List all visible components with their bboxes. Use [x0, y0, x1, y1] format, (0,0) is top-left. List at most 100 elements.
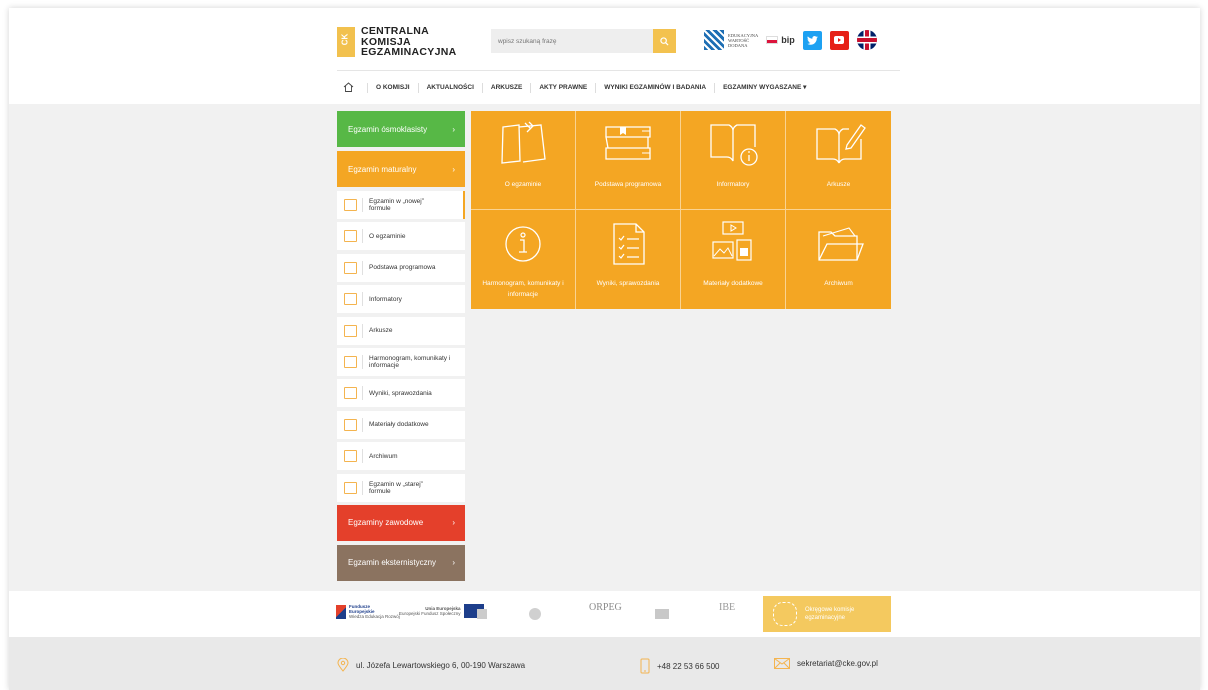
main-nav: O KOMISJI AKTUALNOŚCI ARKUSZE AKTY PRAWN…: [337, 78, 814, 98]
sidebar-subitem-wyniki[interactable]: Wyniki, sprawozdania: [337, 379, 465, 408]
partners-strip: Fundusze Europejskie Wiedza Edukacja Roz…: [9, 591, 1200, 637]
chevron-right-icon: ›: [452, 518, 455, 528]
site-header: CENTRALNA KOMISJA EGZAMINACYJNA EDUKACYJ…: [9, 8, 1200, 104]
sidebar-subitem-harmonogram[interactable]: Harmonogram, komunikaty i informacje: [337, 347, 465, 376]
sidebar-item-egzamin-eksternistyczny[interactable]: Egzamin eksternistyczny ›: [337, 544, 465, 581]
sidebar-subitem-podstawa-programowa[interactable]: Podstawa programowa: [337, 253, 465, 282]
book-info-icon: [710, 124, 758, 166]
folder-icon: [817, 227, 864, 261]
footer-email[interactable]: sekretariat@cke.gov.pl: [774, 658, 878, 669]
divider: [362, 354, 363, 369]
nav-item-o-komisji[interactable]: O KOMISJI: [367, 83, 418, 93]
media-icon: [344, 418, 357, 431]
ewd-line: DODANA: [728, 42, 748, 48]
nav-item-egzaminy-wygaszane[interactable]: EGZAMINY WYGASZANE ▾: [714, 83, 814, 93]
ibe-logo[interactable]: IBE: [719, 603, 735, 613]
nav-divider: [337, 70, 900, 71]
tile-materialy-dodatkowe[interactable]: Materiały dodatkowe: [681, 210, 786, 309]
ewd-logo-text: EDUKACYJNA WARTOŚĆ DODANA: [728, 33, 758, 48]
tile-label: Arkusze: [826, 181, 851, 188]
sidebar-subitem-label: Materiały dodatkowe: [369, 421, 429, 429]
divider: [362, 198, 363, 212]
ore-logo-mark: [655, 609, 669, 619]
divider: [362, 229, 363, 244]
ore-logo[interactable]: [655, 609, 669, 620]
media-icon: [712, 221, 752, 261]
sidebar-subitem-o-egzaminie[interactable]: O egzaminie: [337, 222, 465, 251]
sidebar-subitem-informatory[interactable]: Informatory: [337, 285, 465, 314]
book-info-icon: [344, 293, 357, 306]
sidebar-subitem-archiwum[interactable]: Archiwum: [337, 442, 465, 471]
search-icon: [660, 36, 669, 46]
sidebar-subitem-label: Harmonogram, komunikaty i informacje: [369, 354, 451, 369]
orpeg-logo[interactable]: ORPEG: [589, 602, 622, 613]
phone-icon: [640, 658, 650, 674]
sidebar-item-egzamin-osmoklasisty[interactable]: Egzamin ósmoklasisty ›: [337, 111, 465, 147]
sidebar-subitem-materialy[interactable]: Materiały dodatkowe: [337, 410, 465, 439]
tile-label: Wyniki, sprawozdania: [596, 280, 660, 287]
orpeg-text: ORPEG: [589, 602, 622, 613]
notes-icon: [501, 121, 546, 164]
tile-archiwum[interactable]: Archiwum: [786, 210, 891, 309]
sidebar-item-egzaminy-zawodowe[interactable]: Egzaminy zawodowe ›: [337, 504, 465, 541]
poland-flag-icon: [766, 36, 779, 44]
fe-text: Fundusze Europejskie Wiedza Edukacja Roz…: [349, 604, 400, 619]
tile-informatory[interactable]: Informatory: [681, 111, 786, 210]
home-icon[interactable]: [343, 81, 357, 95]
sidebar-item-label: Egzaminy zawodowe: [348, 518, 424, 528]
okregowe-komisje-button[interactable]: Okręgowe komisje egzaminacyjne: [763, 596, 891, 632]
sidebar-subitem-label: Wyniki, sprawozdania: [369, 389, 432, 397]
tile-o-egzaminie[interactable]: O egzaminie: [471, 111, 576, 210]
english-language-flag-icon[interactable]: [856, 30, 877, 50]
eagle-icon: [529, 608, 541, 620]
logo-line: EGZAMINACYJNA: [361, 46, 457, 58]
search-input[interactable]: [491, 29, 654, 53]
sidebar-subitem-label: Informatory: [369, 295, 402, 303]
bip-label: bip: [781, 35, 795, 45]
search-button[interactable]: [653, 29, 676, 53]
divider: [362, 260, 363, 275]
tile-harmonogram[interactable]: Harmonogram, komunikaty i informacje: [471, 210, 576, 309]
footer-address: ul. Józefa Lewartowskiego 6, 00-190 Wars…: [337, 658, 525, 672]
tile-label: Harmonogram, komunikaty i informacje: [482, 280, 564, 298]
divider: [362, 417, 363, 432]
exam-tiles-grid: O egzaminie Podstawa programowa Informat…: [471, 111, 891, 309]
books-icon: [605, 126, 651, 160]
nav-item-arkusze[interactable]: ARKUSZE: [481, 83, 530, 93]
book-pen-icon: [815, 124, 866, 164]
footer-phone[interactable]: +48 22 53 66 500: [640, 658, 720, 674]
tile-wyniki[interactable]: Wyniki, sprawozdania: [576, 210, 681, 309]
nav-item-aktualnosci[interactable]: AKTUALNOŚCI: [417, 83, 482, 93]
ue-text: Unia Europejska Europejski Fundusz Społe…: [399, 606, 461, 616]
tile-arkusze[interactable]: Arkusze: [786, 111, 891, 210]
sidebar-subitem-label: Egzamin w „starej” formule: [369, 480, 423, 495]
notes-icon: [344, 230, 357, 243]
nav-item-wyniki[interactable]: WYNIKI EGZAMINÓW I BADANIA: [595, 83, 714, 93]
cke-logo[interactable]: CENTRALNA KOMISJA EGZAMINACYJNA: [337, 26, 457, 58]
sidebar-item-label: Egzamin maturalny: [348, 164, 417, 174]
nav-item-akty-prawne[interactable]: AKTY PRAWNE: [530, 83, 595, 93]
document-icon: [344, 481, 357, 494]
checklist-icon: [613, 223, 645, 265]
sidebar: Egzamin ósmoklasisty › Egzamin maturalny…: [337, 111, 465, 585]
logo-line: CENTRALNA: [361, 25, 430, 37]
bip-link[interactable]: bip: [766, 35, 795, 45]
chevron-right-icon: ›: [452, 558, 455, 568]
divider: [362, 386, 363, 401]
tile-podstawa-programowa[interactable]: Podstawa programowa: [576, 111, 681, 210]
twitter-icon[interactable]: [802, 30, 822, 50]
sidebar-subitem-arkusze[interactable]: Arkusze: [337, 316, 465, 345]
ministry-logo[interactable]: [477, 609, 487, 620]
sidebar-subitem-nowa-formula[interactable]: Egzamin w „nowej” formule: [337, 191, 465, 219]
youtube-icon[interactable]: [829, 30, 849, 50]
sidebar-item-egzamin-maturalny[interactable]: Egzamin maturalny ›: [337, 151, 465, 187]
fe-flag-icon: [336, 604, 346, 619]
ewd-logo[interactable]: EDUKACYJNA WARTOŚĆ DODANA: [704, 30, 758, 50]
eagle-logo[interactable]: [529, 608, 541, 621]
ue-logo[interactable]: Unia Europejska Europejski Fundusz Społe…: [399, 604, 484, 618]
envelope-icon: [774, 658, 790, 669]
fundusze-europejskie-logo[interactable]: Fundusze Europejskie Wiedza Edukacja Roz…: [336, 604, 400, 619]
okregowe-line: egzaminacyjne: [805, 615, 846, 621]
address-text: ul. Józefa Lewartowskiego 6, 00-190 Wars…: [356, 660, 526, 670]
sidebar-subitem-stara-formula[interactable]: Egzamin w „starej” formule: [337, 473, 465, 502]
